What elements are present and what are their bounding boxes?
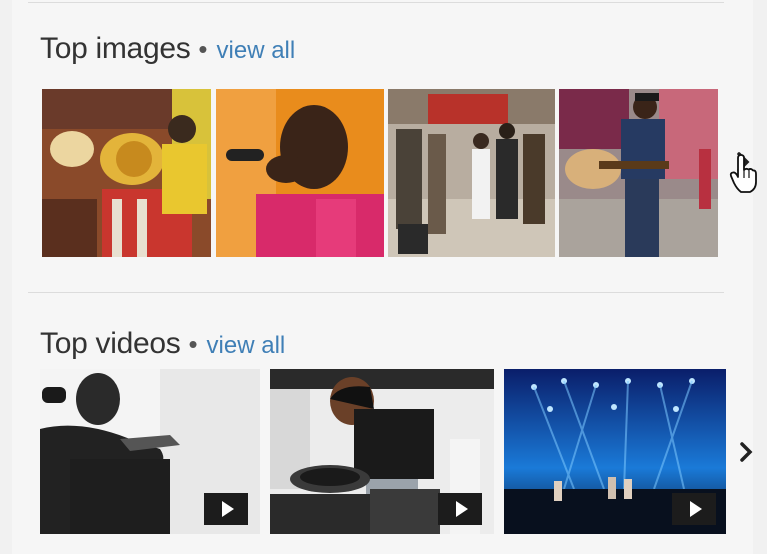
brass-band-photo <box>42 89 211 257</box>
play-button[interactable] <box>672 493 716 525</box>
play-button[interactable] <box>438 493 482 525</box>
top-videos-title: Top videos <box>40 327 181 360</box>
image-thumbnail-brass-band[interactable] <box>42 89 211 257</box>
hand-pointer-icon <box>729 154 757 193</box>
image-thumbnail-street-guitarist[interactable] <box>559 89 718 257</box>
street-guitarist-photo <box>559 89 718 257</box>
top-videos-header: Top videos • view all <box>40 327 285 361</box>
image-thumbnail-street-crowd[interactable] <box>388 89 555 257</box>
top-videos-next-arrow[interactable] <box>739 441 753 468</box>
singer-with-microphone-photo <box>216 89 384 257</box>
video-thumbnail-concert[interactable] <box>504 369 726 534</box>
top-videos-view-all-link[interactable]: view all <box>207 332 286 360</box>
video-thumbnail-singer[interactable] <box>40 369 260 534</box>
divider-top <box>28 2 724 3</box>
divider-middle <box>28 292 724 293</box>
image-thumbnail-singer[interactable] <box>216 89 384 257</box>
video-thumbnail-dj[interactable] <box>270 369 494 534</box>
top-images-view-all-link[interactable]: view all <box>217 37 296 65</box>
play-button[interactable] <box>204 493 248 525</box>
top-images-title: Top images <box>40 32 191 65</box>
chevron-right-icon <box>740 442 753 462</box>
separator-dot: • <box>188 329 198 359</box>
hand-pointer-cursor <box>728 154 760 199</box>
separator-dot: • <box>198 34 208 64</box>
top-images-header: Top images • view all <box>40 32 295 66</box>
street-crowd-photo <box>388 89 555 257</box>
